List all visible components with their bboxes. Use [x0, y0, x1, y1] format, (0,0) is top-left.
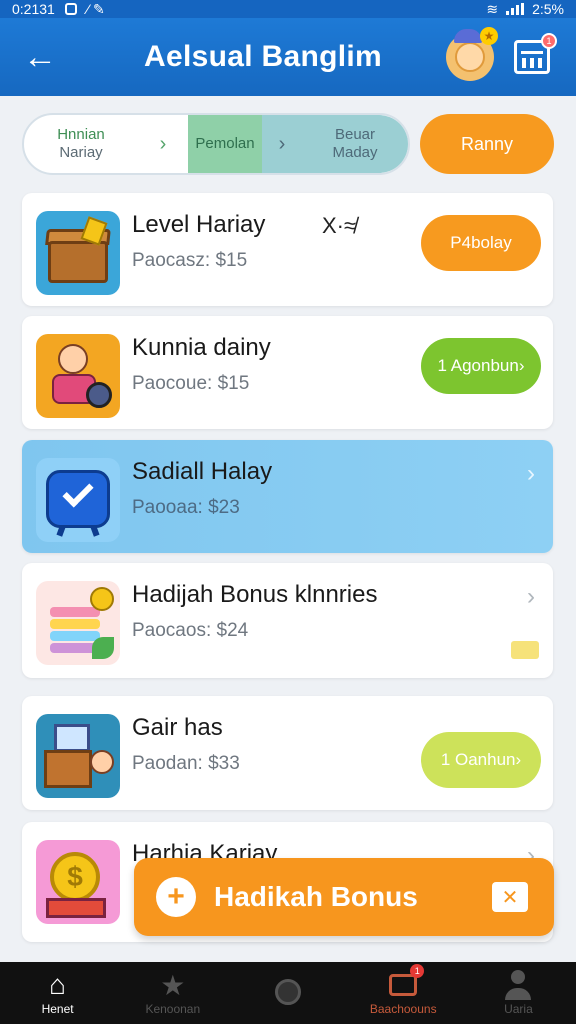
item-title: Sadiall Halay — [132, 458, 273, 485]
bonus-label: Hadikah Bonus — [214, 881, 418, 912]
item-action-button[interactable]: 1 Oanhun› — [421, 732, 541, 788]
cake-icon — [36, 581, 120, 665]
item-title: Gair has — [132, 714, 223, 741]
step-1-bottom: Nariay — [59, 144, 103, 161]
status-clock: 2:5% — [532, 1, 564, 17]
item-title: Level Hariay — [132, 211, 266, 238]
back-button[interactable]: ← — [0, 18, 80, 96]
item-subtitle: Paodan: $33 — [132, 753, 240, 774]
coin-icon: $ — [36, 840, 120, 924]
list-item[interactable]: Level Hariay X·≉ Paocasz: $15 P4bolay — [22, 193, 553, 306]
wallet-icon: 1 — [388, 964, 425, 1000]
step-3[interactable]: Beuar Maday — [302, 115, 408, 173]
item-subtitle: Paocaos: $24 — [132, 620, 249, 641]
list-item[interactable]: Hadijah Bonus klnnries Paocaos: $24 › — [22, 563, 553, 678]
nav-item-wallet[interactable]: 1 Baachoouns — [346, 962, 461, 1024]
kid-icon — [36, 334, 120, 418]
avatar[interactable]: ★ — [446, 27, 498, 81]
app-header: ← Aelsual Banglim ★ 1 — [0, 18, 576, 96]
nav-badge: 1 — [410, 964, 425, 978]
tag-icon — [511, 641, 539, 659]
step-2-label: Pemolan — [195, 135, 255, 152]
status-time: 0:2131 — [12, 1, 55, 17]
sparkle-icon: X·≉ — [322, 213, 357, 238]
item-title: Hadijah Bonus klnnries — [132, 581, 378, 608]
ranking-button[interactable]: Ranny — [420, 114, 554, 174]
list-item[interactable]: Kunnia dainy Paocoue: $15 1 Agonbun› — [22, 316, 553, 429]
item-title: Kunnia dainy — [132, 334, 271, 361]
star-icon: ★ — [160, 969, 186, 1001]
item-subtitle: Paocasz: $15 — [132, 250, 248, 271]
gift-box-icon — [36, 714, 120, 798]
bonus-button[interactable]: + Hadikah Bonus ✕ — [134, 858, 554, 936]
star-badge-icon: ★ — [480, 27, 498, 45]
step-2[interactable]: Pemolan — [188, 115, 262, 173]
person-icon — [503, 970, 533, 1000]
treasure-chest-icon — [36, 211, 120, 295]
step-1[interactable]: Hnnian Nariay — [24, 115, 138, 173]
dial-icon — [273, 977, 303, 1007]
list-item[interactable]: Gair has Paodan: $33 1 Oanhun› — [22, 696, 553, 810]
bottom-navigation: ⌂ Henet ★ Kenoonan 1 Baachoouns Uaria — [0, 962, 576, 1024]
step-3-bottom: Maday — [332, 144, 378, 161]
close-icon: ✕ — [501, 886, 519, 909]
face-icon — [455, 42, 485, 72]
plus-icon: + — [156, 877, 196, 917]
wifi-icon: ≋ — [486, 0, 499, 17]
signal-glyph-icon: ⁄ ✎ — [86, 0, 105, 17]
step-3-top: Beuar — [334, 126, 376, 143]
signal-icon — [506, 3, 525, 15]
notification-badge: 1 — [541, 33, 557, 49]
item-subtitle: Paooaa: $23 — [132, 497, 240, 518]
calendar-button[interactable]: 1 — [514, 33, 557, 74]
item-action-button[interactable]: P4bolay — [421, 215, 541, 271]
home-icon: ⌂ — [49, 969, 67, 1000]
arrow-left-icon: ← — [23, 37, 57, 76]
nav-item-dial[interactable] — [230, 962, 345, 1024]
progress-stepper: Hnnian Nariay › Pemolan › Beuar Maday — [22, 113, 410, 175]
chevron-right-icon: › — [159, 133, 167, 155]
item-subtitle: Paocoue: $15 — [132, 373, 250, 394]
chevron-right-icon: › — [527, 583, 535, 610]
chevron-right-icon: › — [527, 460, 535, 487]
nav-item-favorites[interactable]: ★ Kenoonan — [115, 962, 230, 1024]
nav-item-profile[interactable]: Uaria — [461, 962, 576, 1024]
nav-item-home[interactable]: ⌂ Henet — [0, 962, 115, 1024]
close-button[interactable]: ✕ — [492, 882, 528, 912]
chevron-right-icon: › — [262, 115, 302, 173]
item-action-button[interactable]: 1 Agonbun› — [421, 338, 541, 394]
image-icon — [64, 3, 77, 15]
calendar-icon — [522, 58, 542, 68]
shield-check-icon — [36, 458, 120, 542]
status-bar: 0:2131 ⁄ ✎ ≋ 2:5% — [0, 0, 576, 18]
list-item-selected[interactable]: Sadiall Halay Paooaa: $23 › — [22, 440, 553, 553]
page-title: Aelsual Banglim — [144, 40, 382, 73]
step-1-top: Hnnian — [57, 126, 105, 143]
